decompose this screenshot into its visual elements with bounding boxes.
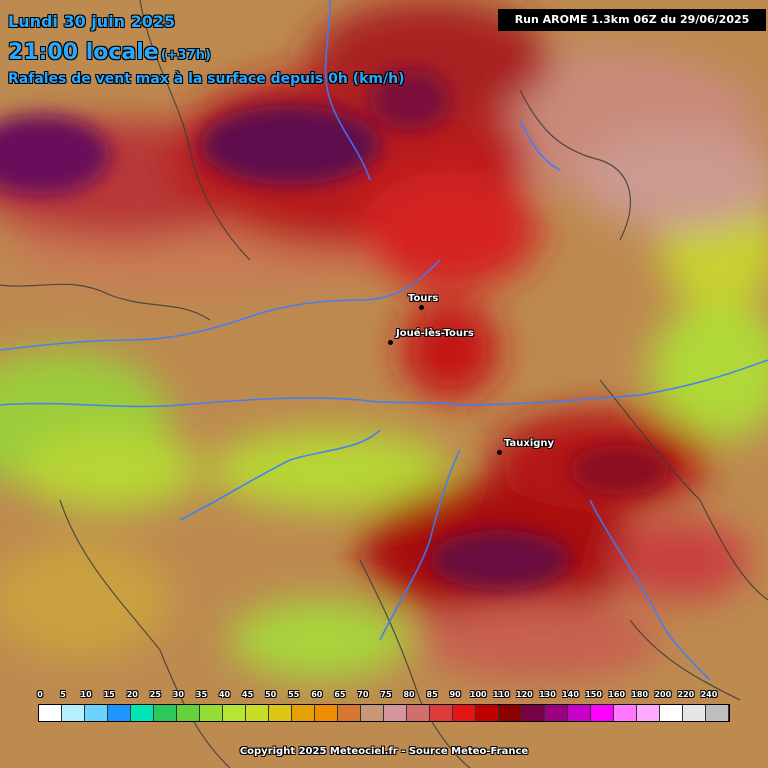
legend-label: 240 bbox=[700, 690, 718, 699]
legend-swatch bbox=[108, 705, 131, 721]
legend-label: 60 bbox=[311, 690, 323, 699]
legend-swatch bbox=[637, 705, 660, 721]
legend-label: 130 bbox=[539, 690, 556, 699]
legend-label: 140 bbox=[562, 690, 579, 699]
legend-label: 35 bbox=[195, 690, 208, 699]
copyright-notice: Copyright 2025 Meteociel.fr - Source Met… bbox=[239, 746, 529, 757]
forecast-time-value: 21:00 locale bbox=[8, 40, 159, 65]
forecast-date: Lundi 30 juin 2025 bbox=[8, 12, 176, 31]
legend-swatch bbox=[131, 705, 154, 721]
legend-swatch bbox=[62, 705, 85, 721]
legend-label: 160 bbox=[608, 690, 626, 699]
legend-label: 80 bbox=[403, 690, 415, 699]
legend-swatch bbox=[591, 705, 614, 721]
model-run-label: Run AROME 1.3km 06Z du 29/06/2025 bbox=[498, 9, 766, 31]
legend-label: 110 bbox=[492, 690, 510, 699]
legend-swatch bbox=[407, 705, 430, 721]
wind-gust-map: Lundi 30 juin 2025 21:00 locale (+37h) Ra… bbox=[0, 0, 768, 768]
legend-swatch bbox=[177, 705, 200, 721]
legend-label: 25 bbox=[149, 690, 161, 699]
city-marker-tauxigny bbox=[497, 450, 502, 455]
forecast-offset: (+37h) bbox=[160, 48, 211, 63]
legend-swatch bbox=[476, 705, 499, 721]
legend-swatch bbox=[200, 705, 223, 721]
legend-swatch bbox=[154, 705, 177, 721]
legend-swatch bbox=[568, 705, 591, 721]
color-legend: 0 5 10 15 20 25 30 35 40 45 50 55 60 65 70 75 80 85 90 100 1… bbox=[37, 690, 730, 724]
legend-labels: 0 5 10 15 20 25 30 35 40 45 50 55 60 65 70 75 80 85 90 100 1… bbox=[37, 690, 730, 704]
legend-label: 20 bbox=[126, 690, 138, 699]
legend-label: 100 bbox=[469, 690, 487, 699]
legend-swatch bbox=[453, 705, 476, 721]
legend-label: 45 bbox=[242, 690, 254, 699]
legend-swatch bbox=[315, 705, 338, 721]
wind-gust-field bbox=[0, 0, 768, 768]
legend-swatch bbox=[683, 705, 706, 721]
legend-swatch bbox=[85, 705, 108, 721]
legend-label: 0 bbox=[37, 690, 43, 699]
city-marker-joue-les-tours bbox=[388, 340, 393, 345]
legend-label: 55 bbox=[288, 690, 300, 699]
legend-label: 70 bbox=[357, 690, 369, 699]
legend-label: 120 bbox=[516, 690, 533, 699]
city-label-tours: Tours bbox=[408, 293, 439, 304]
city-marker-tours bbox=[419, 305, 424, 310]
legend-swatch bbox=[384, 705, 407, 721]
legend-swatch bbox=[223, 705, 246, 721]
legend-label: 150 bbox=[585, 690, 602, 699]
legend-swatch bbox=[361, 705, 384, 721]
legend-label: 90 bbox=[449, 690, 461, 699]
legend-label: 15 bbox=[103, 690, 115, 699]
legend-label: 85 bbox=[426, 690, 438, 699]
legend-swatch bbox=[246, 705, 269, 721]
legend-swatch bbox=[499, 705, 522, 721]
legend-label: 220 bbox=[677, 690, 695, 699]
legend-label: 5 bbox=[60, 690, 66, 699]
forecast-time: 21:00 locale (+37h) bbox=[8, 40, 211, 65]
legend-swatch bbox=[39, 705, 62, 721]
legend-swatch bbox=[269, 705, 292, 721]
legend-label: 10 bbox=[80, 690, 92, 699]
legend-label: 75 bbox=[380, 690, 392, 699]
legend-label: 180 bbox=[631, 690, 649, 699]
legend-label: 65 bbox=[334, 690, 346, 699]
legend-swatch bbox=[545, 705, 568, 721]
legend-swatch bbox=[338, 705, 361, 721]
legend-label: 40 bbox=[218, 690, 231, 699]
legend-swatch bbox=[522, 705, 545, 721]
city-label-joue-les-tours: Joué-lès-Tours bbox=[396, 328, 474, 339]
legend-label: 50 bbox=[265, 690, 277, 699]
legend-swatch bbox=[706, 705, 729, 721]
legend-label: 200 bbox=[654, 690, 672, 699]
legend-bar bbox=[38, 704, 730, 722]
legend-swatch bbox=[292, 705, 315, 721]
legend-swatch bbox=[430, 705, 453, 721]
map-subtitle: Rafales de vent max à la surface depuis … bbox=[8, 71, 405, 87]
legend-label: 30 bbox=[172, 690, 184, 699]
legend-swatch bbox=[660, 705, 683, 721]
city-label-tauxigny: Tauxigny bbox=[504, 438, 555, 449]
legend-swatch bbox=[614, 705, 637, 721]
